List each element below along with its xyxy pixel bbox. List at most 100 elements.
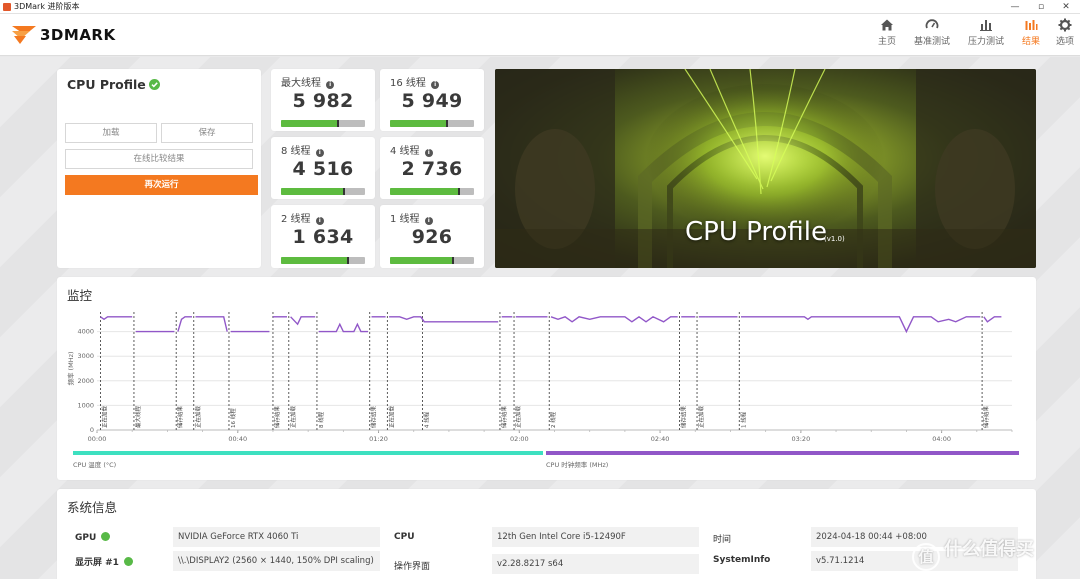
benchmark-title: CPU Profile [67,77,160,92]
y-axis-label: 频率 (MHz) [66,351,75,385]
cpu-clock-line [741,316,981,334]
compare-online-button[interactable]: 在线比较结果 [65,149,253,169]
x-tick-label: 03:20 [791,435,810,443]
x-tick-label: 04:00 [932,435,951,443]
logo-mark-icon [12,26,36,44]
cpu-clock-line [983,316,1002,323]
cpu-clock-line [290,316,316,326]
score-bar [390,120,474,127]
info-icon[interactable]: i [431,81,440,89]
benchmark-card: CPU Profile 加载 保存 在线比较结果 再次运行 [57,69,261,268]
benchmark-hero-image: CPU Profile (v1.0) [495,69,1036,268]
x-tick-label: 02:40 [651,435,670,443]
gpu-value: NVIDIA GeForce RTX 4060 Ti [173,527,380,547]
score-marker [343,188,345,195]
legend-swatch-cpu-clock [546,451,1019,455]
score-marker [446,120,449,127]
check-icon [148,79,160,90]
cpu-label: CPU [394,532,415,542]
score-bar [281,188,365,195]
info-icon[interactable]: i [315,149,324,157]
score-value: 5 982 [292,90,354,112]
cpu-clock-line [389,316,499,323]
score-bar-fill [390,120,448,127]
3dmark-logo[interactable]: 3DMARK [10,21,142,49]
x-tick-label: 00:40 [228,435,247,443]
cpu-clock-line [550,315,678,323]
score-bar [281,257,365,264]
logo-text: 3DMARK [40,26,116,44]
gpu-label: GPU [75,532,111,543]
score-label: 16 线程 i [390,74,440,89]
phase-marker-label: 储存结果 [370,405,378,428]
info-icon[interactable]: i [424,217,433,225]
nav-stress-tests[interactable]: 压力测试 [966,18,1006,52]
score-bar [281,120,365,127]
check-icon [101,532,111,541]
phase-marker-label: 1 线程 [739,411,747,428]
systeminfo-label: SystemInfo [713,555,771,565]
time-label: 时间 [713,535,732,545]
score-marker [452,257,454,264]
window-titlebar: 3DMark 进阶版本 — ▫ ✕ [0,0,1080,14]
phase-marker-label: 正在加载 [697,405,705,428]
phase-marker-label: 正在加载 [101,405,109,428]
score-value: 2 736 [401,158,463,180]
phase-marker-label: 最大线程 [134,405,142,428]
info-icon[interactable]: i [315,217,324,225]
score-label: 8 线程 i [281,142,324,157]
score-bar-fill [390,188,459,195]
run-again-button[interactable]: 再次运行 [65,175,258,195]
score-label: 1 线程 i [390,210,433,225]
window-title: 3DMark 进阶版本 [14,2,80,11]
display-label: 显示屏 #1 [75,555,134,568]
phase-marker-label: 正在加载 [514,405,522,428]
save-button[interactable]: 保存 [161,123,253,143]
info-icon[interactable]: i [424,149,433,157]
close-icon[interactable]: ✕ [1053,0,1079,14]
results-icon [1018,18,1044,36]
gear-icon [1052,18,1078,36]
app-header: 3DMARK 主页 基准测试 压力测试 结果 选项 [0,14,1080,56]
score-value: 5 949 [401,90,463,112]
maximize-icon[interactable]: ▫ [1028,0,1054,14]
load-button[interactable]: 加载 [65,123,157,143]
monitoring-card: 监控 0 1000 2000 3000 4000 频率 (MHz) 00:00 00:40 01… [57,277,1036,480]
info-icon[interactable]: i [326,81,335,89]
phase-marker-label: 正在加载 [194,405,202,428]
minimize-icon[interactable]: — [1002,0,1028,14]
nav-home[interactable]: 主页 [874,18,900,52]
monitoring-chart[interactable]: 0 1000 2000 3000 4000 频率 (MHz) 00:00 00:40 01:20… [57,277,1036,480]
score-tile-1-thread: 1 线程 i 926 [380,205,484,268]
score-bar-fill [281,120,339,127]
score-marker [347,257,350,264]
nav-results[interactable]: 结果 [1018,18,1044,52]
x-tick-label: 02:00 [510,435,529,443]
check-icon [124,557,134,566]
y-tick-label: 4000 [77,328,94,336]
cpu-value: 12th Gen Intel Core i5-12490F [492,527,699,547]
legend-cpu-temp: CPU 温度 (°C) [73,451,543,469]
score-label: 4 线程 i [390,142,433,157]
y-tick-label: 0 [90,426,94,434]
cpu-clock-line [318,322,368,333]
score-tile-max-threads: 最大线程 i 5 982 [271,69,375,131]
score-marker [337,120,340,127]
hero-title: CPU Profile [685,217,827,247]
score-value: 1 634 [292,226,354,248]
score-label: 2 线程 i [281,210,324,225]
os-label: 操作界面 [394,562,431,572]
score-bar-fill [281,188,344,195]
legend-swatch-cpu-temp [73,451,543,455]
score-tile-16-threads: 16 线程 i 5 949 [380,69,484,131]
nav-options[interactable]: 选项 [1052,18,1078,52]
cpu-clock-line [177,316,192,332]
legend-cpu-clock: CPU 时钟频率 (MHz) [546,451,1019,469]
phase-marker-label: 储存结果 [500,405,508,428]
system-info-card: 系统信息 GPU NVIDIA GeForce RTX 4060 Ti 显示屏 … [57,489,1036,579]
site-watermark: 值什么值得买 [912,535,1034,571]
cpu-clock-line [100,316,133,321]
x-tick-label: 00:00 [88,435,107,443]
nav-benchmarks[interactable]: 基准测试 [912,18,952,52]
x-tick-label: 01:20 [369,435,388,443]
